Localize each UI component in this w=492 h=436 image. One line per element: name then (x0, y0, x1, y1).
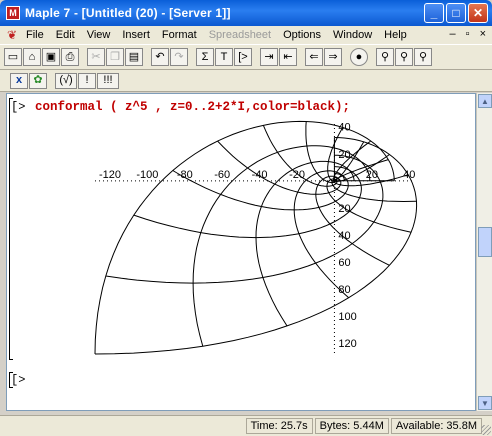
status-time: Time: 25.7s (245, 418, 313, 434)
close-button[interactable]: ✕ (468, 3, 488, 23)
status-bytes: Bytes: 5.44M (314, 418, 389, 434)
context-toolbar: x ✿ (√) ! !!! (0, 70, 492, 92)
maximize-button[interactable]: □ (446, 3, 466, 23)
zoom-100-icon[interactable]: ⚲ (376, 48, 394, 66)
input-prompt: [> (11, 100, 26, 114)
worksheet-area[interactable]: [> conformal ( z^5 , z=0..2+2*I,color=bl… (6, 93, 476, 411)
status-bar: Time: 25.7s Bytes: 5.44M Available: 35.8… (0, 415, 492, 436)
indent-icon[interactable]: ⇥ (260, 48, 278, 66)
empty-input-prompt[interactable]: [> (11, 373, 25, 387)
document-icon[interactable]: ❦ (4, 28, 20, 42)
menu-file[interactable]: File (20, 29, 50, 41)
conformal-plot: -120 -100 -80 -60 -40 -20 20 40 40 20 20 40 60 80 100 1… (94, 120, 418, 355)
minimize-button[interactable]: _ (424, 3, 444, 23)
new-file-icon[interactable]: ▭ (4, 48, 22, 66)
menu-insert[interactable]: Insert (116, 29, 156, 41)
forward-icon[interactable]: ⇒ (324, 48, 342, 66)
menu-format[interactable]: Format (156, 29, 203, 41)
y-tick-label: 120 (338, 338, 356, 350)
y-tick-label: 100 (338, 311, 356, 323)
y-tick-label: 60 (338, 257, 350, 269)
vertical-scrollbar[interactable]: ▲ ▼ (476, 93, 492, 411)
cut-icon[interactable]: ✂ (87, 48, 105, 66)
y-tick-label: 40 (338, 122, 350, 134)
save-icon[interactable]: ▣ (42, 48, 60, 66)
grid-line-const-re (315, 175, 390, 266)
resize-grip-icon[interactable] (481, 425, 491, 435)
x-tick-label: 20 (366, 169, 378, 181)
y-tick-label: 40 (338, 230, 350, 242)
title-bar: M Maple 7 - [Untitled (20) - [Server 1]]… (0, 0, 492, 26)
menu-window[interactable]: Window (327, 29, 378, 41)
doc-close-icon[interactable]: × (480, 28, 486, 40)
grid-line-const-im (333, 159, 389, 182)
menu-view[interactable]: View (81, 29, 117, 41)
maple-notation-icon[interactable]: x (10, 72, 28, 89)
menu-options[interactable]: Options (277, 29, 327, 41)
doc-minimize-icon[interactable]: – (450, 28, 456, 40)
x-tick-label: -80 (177, 169, 193, 181)
maple-leaf-icon[interactable]: ✿ (29, 72, 47, 89)
menu-help[interactable]: Help (378, 29, 413, 41)
x-tick-label: -60 (214, 169, 230, 181)
undo-icon[interactable]: ↶ (151, 48, 169, 66)
math-input-icon[interactable]: Σ (196, 48, 214, 66)
text-input-icon[interactable]: T (215, 48, 233, 66)
window-title: Maple 7 - [Untitled (20) - [Server 1]] (25, 6, 231, 20)
y-tick-label: 80 (338, 284, 350, 296)
menu-edit[interactable]: Edit (50, 29, 81, 41)
execute-icon[interactable]: ! (78, 72, 96, 89)
x-tick-label: -100 (136, 169, 158, 181)
open-folder-icon[interactable]: ⌂ (23, 48, 41, 66)
zoom-200-icon[interactable]: ⚲ (414, 48, 432, 66)
copy-icon[interactable]: ❐ (106, 48, 124, 66)
zoom-150-icon[interactable]: ⚲ (395, 48, 413, 66)
x-tick-label: 40 (403, 169, 415, 181)
x-tick-label: -120 (99, 169, 121, 181)
print-icon[interactable]: ⎙ (61, 48, 79, 66)
maple-command-input[interactable]: conformal ( z^5 , z=0..2+2*I,color=black… (35, 100, 350, 114)
execute-all-icon[interactable]: !!! (97, 72, 119, 89)
y-tick-label: 20 (338, 203, 350, 215)
execution-group-bracket[interactable] (9, 98, 13, 360)
scroll-thumb[interactable] (478, 227, 492, 257)
status-available: Available: 35.8M (390, 418, 482, 434)
doc-restore-icon[interactable]: ▫ (466, 28, 470, 40)
outdent-icon[interactable]: ⇤ (279, 48, 297, 66)
redo-icon[interactable]: ↷ (170, 48, 188, 66)
scroll-down-icon[interactable]: ▼ (478, 396, 492, 410)
back-icon[interactable]: ⇐ (305, 48, 323, 66)
y-tick-label: 20 (338, 149, 350, 161)
stop-icon[interactable]: ● (350, 48, 368, 66)
insert-prompt-icon[interactable]: [> (234, 48, 252, 66)
menu-spreadsheet: Spreadsheet (208, 29, 272, 41)
x-tick-label: -40 (252, 169, 268, 181)
maple-app-icon[interactable]: M (6, 6, 20, 20)
scroll-up-icon[interactable]: ▲ (478, 94, 492, 108)
paste-icon[interactable]: ▤ (125, 48, 143, 66)
x-tick-label: -20 (289, 169, 305, 181)
menu-bar: ❦ File Edit View Insert Format Spreadshe… (0, 26, 492, 44)
evaluate-sqrt-icon[interactable]: (√) (55, 72, 77, 89)
main-toolbar: ▭ ⌂ ▣ ⎙ ✂ ❐ ▤ ↶ ↷ Σ T [> ⇥ ⇤ ⇐ ⇒ ● ⚲ ⚲ ⚲ (0, 44, 492, 70)
